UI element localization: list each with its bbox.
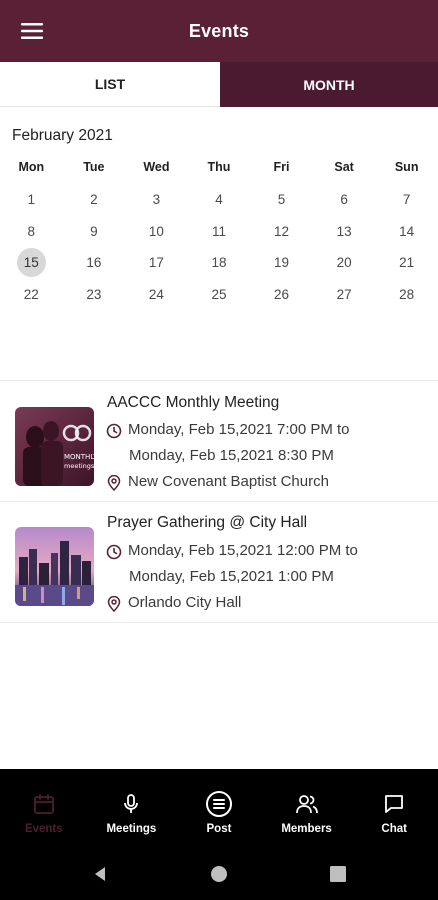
calendar-day[interactable]: 10 bbox=[125, 216, 188, 248]
calendar-week: 22 23 24 25 26 27 28 bbox=[0, 279, 438, 311]
bottom-navigation: Events Meetings Post Members Chat bbox=[0, 769, 438, 847]
nav-label: Chat bbox=[381, 823, 407, 835]
weekday-label: Sun bbox=[394, 160, 419, 174]
weekday-label: Wed bbox=[143, 160, 170, 174]
view-tabs: LIST MONTH bbox=[0, 62, 438, 107]
calendar-day[interactable]: 9 bbox=[63, 216, 126, 248]
calendar-day-selected[interactable]: 15 bbox=[0, 247, 63, 279]
nav-label: Meetings bbox=[106, 823, 157, 835]
event-title: AACCC Monthly Meeting bbox=[107, 394, 280, 411]
calendar-day[interactable]: 1 bbox=[0, 184, 63, 216]
calendar-day[interactable]: 3 bbox=[125, 184, 188, 216]
calendar-icon bbox=[33, 794, 54, 814]
calendar-day[interactable]: 16 bbox=[63, 247, 126, 279]
calendar-day[interactable]: 17 bbox=[125, 247, 188, 279]
calendar-week: 8 9 10 11 12 13 14 bbox=[0, 216, 438, 248]
calendar-day[interactable]: 8 bbox=[0, 216, 63, 248]
nav-meetings[interactable]: Meetings bbox=[88, 769, 176, 847]
calendar-day[interactable]: 28 bbox=[375, 279, 438, 311]
calendar-day[interactable]: 11 bbox=[188, 216, 251, 248]
tab-list[interactable]: LIST bbox=[0, 62, 220, 107]
post-list-icon bbox=[205, 791, 232, 817]
calendar-day[interactable]: 25 bbox=[188, 279, 251, 311]
event-location: New Covenant Baptist Church bbox=[128, 473, 329, 490]
microphone-icon bbox=[124, 794, 139, 813]
nav-label: Events bbox=[24, 823, 63, 835]
event-item[interactable]: MONTHLY meetings AACCC Monthly Meeting M… bbox=[0, 381, 438, 502]
event-thumbnail bbox=[15, 527, 94, 606]
calendar-week: 15 16 17 18 19 20 21 bbox=[0, 247, 438, 279]
hamburger-menu-icon[interactable] bbox=[21, 23, 43, 39]
calendar-day[interactable]: 19 bbox=[250, 247, 313, 279]
calendar-day[interactable]: 6 bbox=[313, 184, 376, 216]
event-thumbnail: MONTHLY meetings bbox=[15, 407, 94, 486]
event-end-time: Monday, Feb 15,2021 8:30 PM bbox=[129, 447, 334, 464]
calendar-day[interactable]: 7 bbox=[375, 184, 438, 216]
month-label: February 2021 bbox=[12, 127, 113, 144]
location-pin-icon bbox=[107, 475, 121, 491]
event-start-time: Monday, Feb 15,2021 12:00 PM to bbox=[128, 542, 358, 559]
weekday-label: Thu bbox=[207, 160, 231, 174]
calendar-day[interactable]: 22 bbox=[0, 279, 63, 311]
recents-square-icon bbox=[330, 865, 347, 882]
event-location: Orlando City Hall bbox=[128, 594, 242, 611]
weekday-label: Sat bbox=[334, 160, 354, 174]
back-triangle-icon bbox=[94, 866, 105, 881]
event-title: Prayer Gathering @ City Hall bbox=[107, 514, 308, 531]
system-recents-button[interactable] bbox=[318, 854, 358, 894]
calendar-day[interactable]: 5 bbox=[250, 184, 313, 216]
weekday-label: Mon bbox=[18, 160, 45, 174]
app-header: Events bbox=[0, 0, 438, 62]
event-start-time: Monday, Feb 15,2021 7:00 PM to bbox=[128, 421, 350, 438]
nav-members[interactable]: Members bbox=[263, 769, 351, 847]
calendar-day[interactable]: 4 bbox=[188, 184, 251, 216]
system-home-button[interactable] bbox=[199, 854, 239, 894]
calendar-day[interactable]: 2 bbox=[63, 184, 126, 216]
calendar-day[interactable]: 13 bbox=[313, 216, 376, 248]
weekday-label: Tue bbox=[83, 160, 105, 174]
members-icon bbox=[295, 795, 318, 814]
calendar-day[interactable]: 23 bbox=[63, 279, 126, 311]
nav-chat[interactable]: Chat bbox=[350, 769, 438, 847]
calendar-day[interactable]: 26 bbox=[250, 279, 313, 311]
event-list: MONTHLY meetings AACCC Monthly Meeting M… bbox=[0, 380, 438, 623]
calendar-day[interactable]: 20 bbox=[313, 247, 376, 279]
event-end-time: Monday, Feb 15,2021 1:00 PM bbox=[129, 568, 334, 585]
page-title: Events bbox=[188, 20, 250, 41]
tab-month[interactable]: MONTH bbox=[220, 62, 438, 107]
home-circle-icon bbox=[210, 865, 227, 882]
clock-icon bbox=[106, 423, 122, 439]
clock-icon bbox=[106, 544, 122, 560]
thumb-text-meetings: meetings bbox=[64, 462, 94, 470]
location-pin-icon bbox=[107, 596, 121, 612]
calendar-day[interactable]: 12 bbox=[250, 216, 313, 248]
calendar-day[interactable]: 27 bbox=[313, 279, 376, 311]
nav-post[interactable]: Post bbox=[175, 769, 263, 847]
event-item[interactable]: Prayer Gathering @ City Hall Monday, Feb… bbox=[0, 502, 438, 623]
calendar-day[interactable]: 24 bbox=[125, 279, 188, 311]
calendar-day[interactable]: 14 bbox=[375, 216, 438, 248]
calendar-day[interactable]: 21 bbox=[375, 247, 438, 279]
weekday-header: Mon Tue Wed Thu Fri Sat Sun bbox=[0, 160, 438, 178]
system-back-button[interactable] bbox=[80, 854, 120, 894]
calendar-grid: 1 2 3 4 5 6 7 8 9 10 11 12 13 14 15 16 1… bbox=[0, 184, 438, 310]
menu-button[interactable] bbox=[14, 16, 50, 46]
chat-bubble-icon bbox=[385, 795, 404, 813]
calendar-day[interactable]: 18 bbox=[188, 247, 251, 279]
system-navigation-bar bbox=[0, 847, 438, 900]
calendar-week: 1 2 3 4 5 6 7 bbox=[0, 184, 438, 216]
nav-label: Post bbox=[206, 823, 232, 835]
nav-label: Members bbox=[281, 823, 332, 835]
nav-events[interactable]: Events bbox=[0, 769, 88, 847]
thumb-text-monthly: MONTHLY bbox=[64, 453, 94, 461]
weekday-label: Fri bbox=[273, 160, 290, 174]
